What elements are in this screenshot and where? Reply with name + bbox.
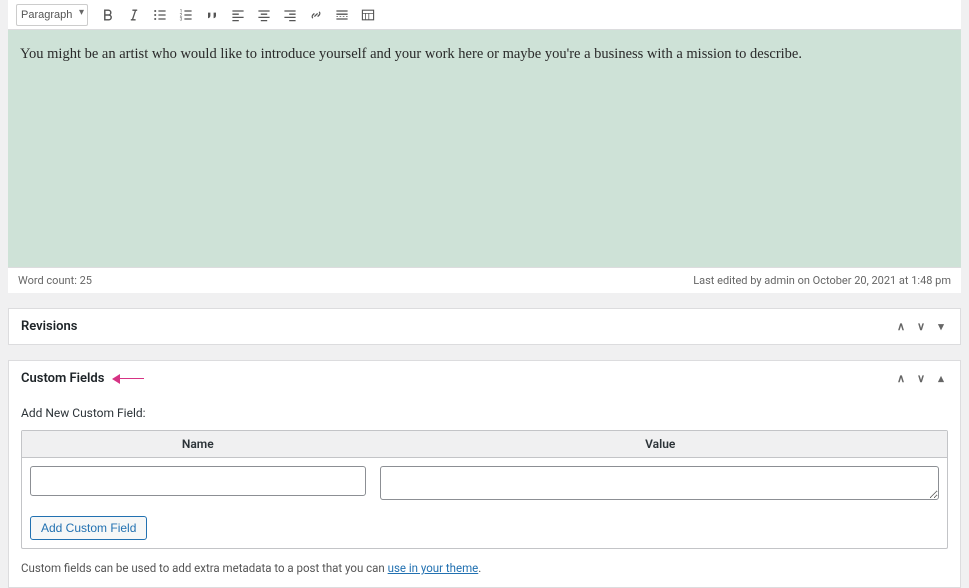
use-in-theme-link[interactable]: use in your theme <box>388 561 479 575</box>
value-column-header: Value <box>374 431 948 457</box>
align-right-icon <box>282 7 298 23</box>
custom-field-name-input[interactable] <box>30 466 366 496</box>
add-new-custom-field-label: Add New Custom Field: <box>21 406 948 420</box>
custom-fields-title: Custom Fields <box>21 371 104 386</box>
custom-fields-panel-header[interactable]: Custom Fields ∧ ∨ ▴ <box>9 361 960 396</box>
custom-fields-panel-body: Add New Custom Field: Name Value Add Cus… <box>9 396 960 587</box>
toggle-panel-icon[interactable]: ▴ <box>934 372 948 385</box>
move-up-icon[interactable]: ∧ <box>894 372 908 385</box>
custom-fields-table: Name Value Add Custom Field <box>21 430 948 549</box>
toolbar-toggle-icon <box>360 7 376 23</box>
bold-icon <box>100 7 116 23</box>
editor-content-area[interactable]: You might be an artist who would like to… <box>8 30 961 267</box>
move-down-icon[interactable]: ∨ <box>914 372 928 385</box>
last-edited-label: Last edited by admin on October 20, 2021… <box>693 274 951 287</box>
svg-text:3: 3 <box>180 16 183 22</box>
word-count-label: Word count: 25 <box>18 274 92 287</box>
align-center-icon <box>256 7 272 23</box>
numbered-list-button[interactable]: 123 <box>174 3 198 27</box>
bullet-list-icon <box>152 7 168 23</box>
format-select[interactable]: Paragraph <box>16 4 88 26</box>
annotation-arrow-icon <box>112 372 144 386</box>
revisions-panel-header[interactable]: Revisions ∧ ∨ ▾ <box>9 309 960 344</box>
align-left-icon <box>230 7 246 23</box>
custom-fields-help-text: Custom fields can be used to add extra m… <box>21 561 948 575</box>
bullet-list-button[interactable] <box>148 3 172 27</box>
italic-icon <box>126 7 142 23</box>
panel-order-controls: ∧ ∨ ▴ <box>894 372 948 385</box>
link-button[interactable] <box>304 3 328 27</box>
revisions-panel: Revisions ∧ ∨ ▾ <box>8 308 961 345</box>
add-custom-field-button[interactable]: Add Custom Field <box>30 516 147 540</box>
insert-more-icon <box>334 7 350 23</box>
bold-button[interactable] <box>96 3 120 27</box>
quote-icon <box>204 7 220 23</box>
panel-order-controls: ∧ ∨ ▾ <box>894 320 948 333</box>
custom-field-value-input[interactable] <box>380 466 939 500</box>
italic-button[interactable] <box>122 3 146 27</box>
align-right-button[interactable] <box>278 3 302 27</box>
align-left-button[interactable] <box>226 3 250 27</box>
quote-button[interactable] <box>200 3 224 27</box>
editor-toolbar: Paragraph 123 <box>8 0 961 30</box>
numbered-list-icon: 123 <box>178 7 194 23</box>
editor-container: You might be an artist who would like to… <box>8 30 961 293</box>
move-down-icon[interactable]: ∨ <box>914 320 928 333</box>
align-center-button[interactable] <box>252 3 276 27</box>
link-icon <box>308 7 324 23</box>
insert-more-button[interactable] <box>330 3 354 27</box>
custom-fields-panel: Custom Fields ∧ ∨ ▴ Add New Custom Field… <box>8 360 961 588</box>
name-column-header: Name <box>22 431 374 457</box>
custom-fields-header-row: Name Value <box>22 431 947 458</box>
format-select-wrap: Paragraph <box>16 4 88 26</box>
revisions-title: Revisions <box>21 319 77 334</box>
editor-footer: Word count: 25 Last edited by admin on O… <box>8 267 961 293</box>
toggle-panel-icon[interactable]: ▾ <box>934 320 948 333</box>
move-up-icon[interactable]: ∧ <box>894 320 908 333</box>
custom-field-input-row <box>22 458 947 508</box>
toolbar-toggle-button[interactable] <box>356 3 380 27</box>
